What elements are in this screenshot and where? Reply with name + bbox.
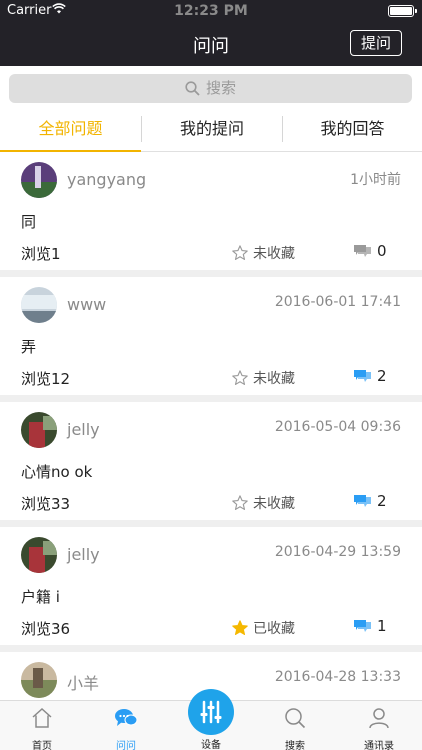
avatar[interactable] (21, 537, 57, 573)
star-outline-icon (232, 495, 248, 511)
avatar[interactable] (21, 287, 57, 323)
post-time: 2016-04-29 13:59 (274, 544, 401, 560)
favorite-label: 已收藏 (253, 621, 295, 637)
tabbar-search[interactable]: 搜索 (253, 701, 337, 750)
reply-number: 2 (377, 492, 387, 510)
avatar-red-icon (21, 412, 57, 448)
username[interactable]: yangyang (67, 170, 146, 189)
tab-all-questions[interactable]: 全部问题 (0, 110, 141, 153)
search-bar-container: 搜索 (0, 66, 422, 110)
question-text[interactable]: 户籍 i (21, 586, 60, 607)
favorite-button[interactable]: 未收藏 (231, 368, 295, 388)
favorite-label: 未收藏 (253, 246, 295, 262)
question-text[interactable]: 心情no ok (21, 461, 92, 482)
status-bar: Carrier 12:23 PM (0, 0, 422, 22)
tab-my-answers[interactable]: 我的回答 (283, 110, 422, 152)
avatar[interactable] (21, 412, 57, 448)
view-count: 浏览33 (21, 495, 71, 513)
chat-bubble-icon (84, 707, 168, 733)
question-card[interactable]: jelly 2016-04-29 13:59 户籍 i 浏览36 已收藏 1 (0, 527, 422, 645)
question-card[interactable]: jelly 2016-05-04 09:36 心情no ok 浏览33 未收藏 … (0, 402, 422, 520)
avatar[interactable] (21, 662, 57, 698)
reply-count[interactable]: 1 (353, 617, 387, 635)
question-text[interactable]: 同 (21, 211, 36, 232)
search-placeholder: 搜索 (205, 79, 236, 97)
tabbar-ask[interactable]: 问问 (84, 701, 168, 750)
search-input[interactable]: 搜索 (9, 74, 412, 103)
question-tabs: 全部问题 我的提问 我的回答 (0, 110, 422, 153)
tabbar-home-label: 首页 (32, 741, 52, 750)
home-icon (0, 707, 84, 733)
post-time: 1小时前 (350, 172, 401, 188)
question-text[interactable]: 弄 (21, 336, 36, 357)
username[interactable]: www (67, 295, 106, 314)
reply-number: 2 (377, 367, 387, 385)
avatar-outdoor-icon (21, 662, 57, 698)
favorite-button[interactable]: 已收藏 (231, 618, 295, 638)
view-count: 浏览36 (21, 620, 71, 638)
tabbar-contacts-label: 通讯录 (364, 741, 394, 750)
avatar[interactable] (21, 162, 57, 198)
question-card[interactable]: www 2016-06-01 17:41 弄 浏览12 未收藏 2 (0, 277, 422, 395)
device-button[interactable] (188, 689, 234, 735)
post-time: 2016-06-01 17:41 (274, 294, 401, 310)
tabbar-search-label: 搜索 (285, 741, 305, 750)
avatar-sky-icon (21, 287, 57, 323)
sliders-icon (200, 700, 222, 724)
battery-icon (388, 5, 417, 17)
tab-my-questions[interactable]: 我的提问 (142, 110, 282, 152)
reply-number: 1 (377, 617, 387, 635)
comment-icon (354, 620, 371, 632)
star-outline-icon (232, 370, 248, 386)
username[interactable]: jelly (67, 420, 100, 439)
reply-count[interactable]: 2 (353, 367, 387, 385)
tabbar-contacts[interactable]: 通讯录 (337, 701, 421, 750)
ask-question-button[interactable]: 提问 (350, 30, 402, 56)
comment-icon (354, 370, 371, 382)
question-card[interactable]: yangyang 1小时前 同 浏览1 未收藏 0 (0, 152, 422, 270)
search-icon (185, 79, 206, 97)
comment-icon (354, 495, 371, 507)
question-list: yangyang 1小时前 同 浏览1 未收藏 0 www 2016-06-01… (0, 152, 422, 750)
comment-icon (354, 245, 371, 257)
tabbar-home[interactable]: 首页 (0, 701, 84, 750)
person-icon (337, 707, 421, 733)
star-outline-icon (232, 245, 248, 261)
reply-count[interactable]: 0 (353, 242, 387, 260)
favorite-label: 未收藏 (253, 371, 295, 387)
tabbar-device-label: 设备 (201, 740, 221, 750)
favorite-label: 未收藏 (253, 496, 295, 512)
avatar-purple-icon (21, 162, 57, 198)
search-icon (253, 707, 337, 733)
favorite-button[interactable]: 未收藏 (231, 243, 295, 263)
favorite-button[interactable]: 未收藏 (231, 493, 295, 513)
post-time: 2016-05-04 09:36 (274, 419, 401, 435)
username[interactable]: 小羊 (67, 670, 99, 694)
navigation-bar: 问问 提问 (0, 22, 422, 66)
tabbar-ask-label: 问问 (116, 741, 136, 750)
view-count: 浏览12 (21, 370, 71, 388)
username[interactable]: jelly (67, 545, 100, 564)
reply-number: 0 (377, 242, 387, 260)
clock: 12:23 PM (174, 3, 248, 19)
star-filled-icon (232, 620, 248, 636)
view-count: 浏览1 (21, 245, 61, 263)
reply-count[interactable]: 2 (353, 492, 387, 510)
avatar-red-icon (21, 537, 57, 573)
post-time: 2016-04-28 13:33 (274, 669, 401, 685)
